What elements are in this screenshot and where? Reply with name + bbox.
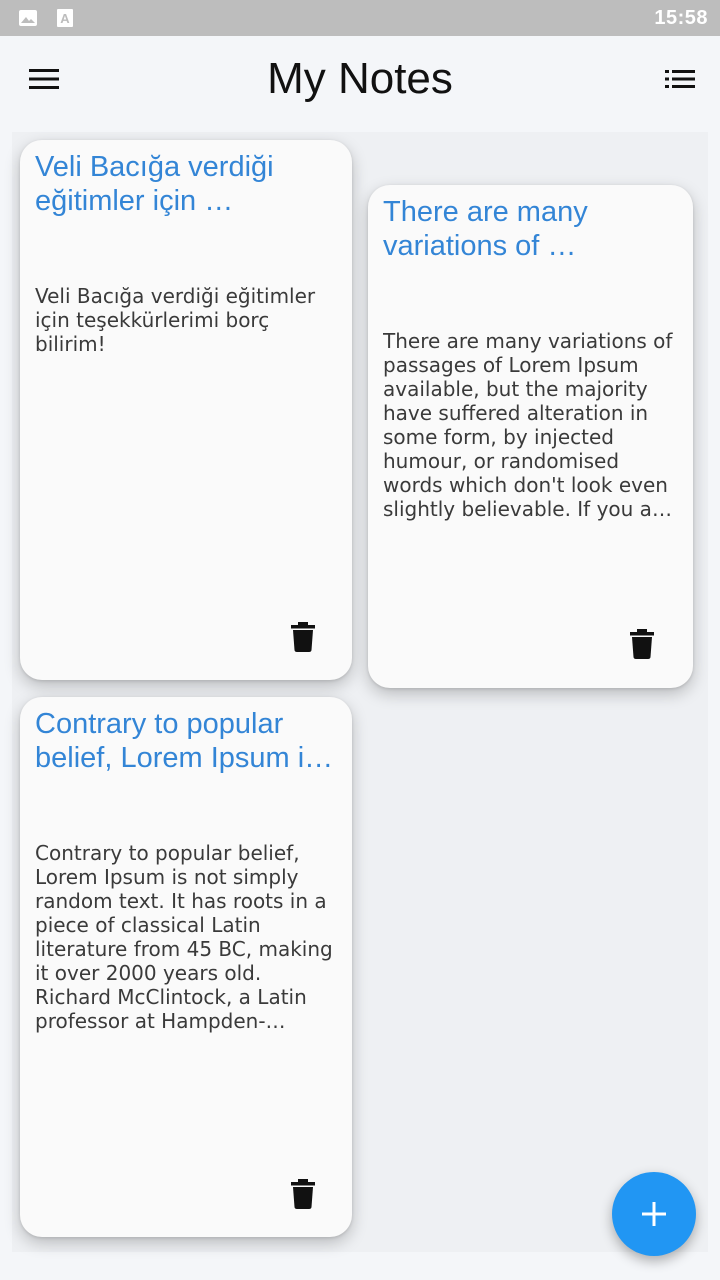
status-time: 15:58 — [654, 6, 708, 29]
add-note-button[interactable] — [612, 1172, 696, 1256]
note-card[interactable]: There are many variations of … There are… — [368, 185, 693, 688]
page-title: My Notes — [267, 54, 453, 103]
note-card[interactable]: Contrary to popular belief, Lorem Ipsum … — [20, 697, 352, 1237]
note-title: Contrary to popular belief, Lorem Ipsum … — [35, 708, 334, 774]
note-title: There are many variations of … — [383, 196, 588, 262]
note-body: Contrary to popular belief, Lorem Ipsum … — [35, 841, 333, 1033]
trash-icon[interactable] — [290, 1179, 316, 1209]
view-toggle-button[interactable] — [662, 61, 698, 97]
note-body: Veli Bacığa verdiği eğitimler için teşek… — [35, 284, 316, 356]
note-title: Veli Bacığa verdiği eğitimler için … — [35, 151, 274, 217]
font-icon: A — [57, 9, 73, 27]
status-icons: A — [18, 8, 74, 28]
plus-icon — [642, 1202, 666, 1226]
trash-icon[interactable] — [629, 629, 655, 659]
image-icon — [19, 10, 37, 26]
trash-icon[interactable] — [290, 622, 316, 652]
note-card[interactable]: Veli Bacığa verdiği eğitimler için … Vel… — [20, 140, 352, 680]
menu-button[interactable] — [26, 61, 62, 97]
status-bar: A 15:58 — [0, 0, 720, 36]
list-view-icon — [665, 70, 695, 88]
menu-icon — [29, 69, 59, 89]
app-bar: My Notes — [0, 36, 720, 122]
note-body: There are many variations of passages of… — [383, 329, 673, 521]
svg-text:A: A — [60, 11, 70, 26]
